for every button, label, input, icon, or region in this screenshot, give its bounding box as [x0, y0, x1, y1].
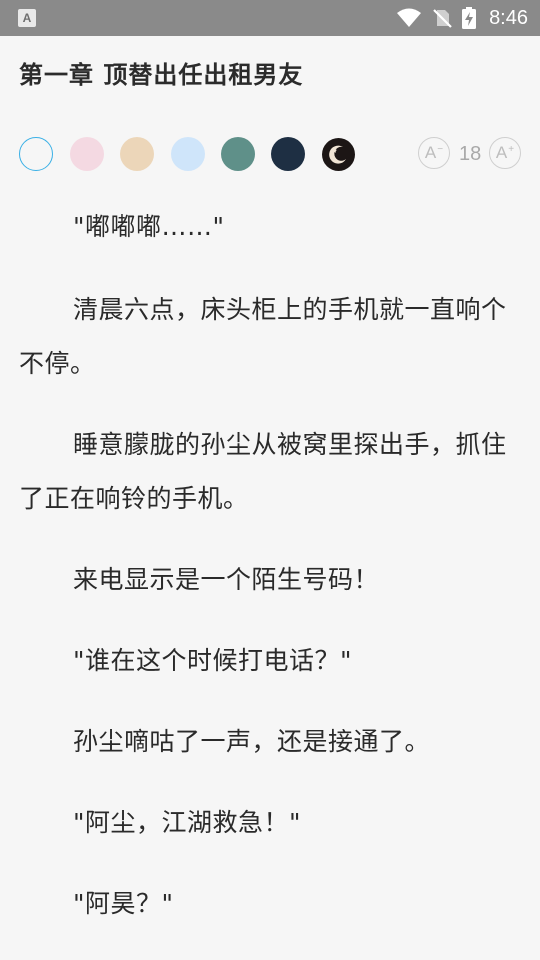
font-decrease-button[interactable]: A −: [418, 137, 450, 169]
paragraph: 孙尘嘀咕了一声，还是接通了。: [73, 727, 431, 756]
clock: 8:46: [489, 6, 528, 29]
night-mode-button[interactable]: [322, 138, 355, 171]
status-bar: A 8:46: [0, 0, 540, 36]
paragraph: 清晨六点，床头柜上的手机就一直响个不停。: [19, 295, 507, 378]
reader-settings-bar: A − 18 A +: [0, 136, 540, 174]
battery-charging-icon: [462, 7, 477, 29]
paragraph: 睡意朦胧的孙尘从被窝里探出手，抓住了正在响铃的手机。: [19, 430, 507, 513]
paragraph: 来电显示是一个陌生号码！: [73, 565, 380, 594]
paragraph: "谁在这个时候打电话？": [73, 646, 352, 675]
theme-pink-swatch[interactable]: [70, 137, 104, 171]
wifi-icon: [397, 8, 422, 27]
paragraph: "嘟嘟嘟……": [73, 212, 225, 241]
status-icons: 8:46: [396, 0, 528, 36]
theme-teal-swatch[interactable]: [221, 137, 255, 171]
chapter-title: 第一章 顶替出任出租男友: [19, 61, 304, 89]
paragraph: "阿昊？": [73, 889, 174, 918]
theme-light-blue-swatch[interactable]: [171, 137, 205, 171]
moon-stars-icon: [322, 138, 355, 171]
theme-white-swatch[interactable]: [19, 137, 53, 171]
app-notification-icon: A: [18, 9, 36, 27]
font-increase-button[interactable]: A +: [489, 137, 521, 169]
font-size-value: 18: [459, 143, 482, 165]
no-sim-icon: [433, 9, 452, 28]
theme-beige-swatch[interactable]: [120, 137, 154, 171]
paragraph: "阿尘，江湖救急！": [73, 808, 301, 837]
theme-navy-swatch[interactable]: [271, 137, 305, 171]
